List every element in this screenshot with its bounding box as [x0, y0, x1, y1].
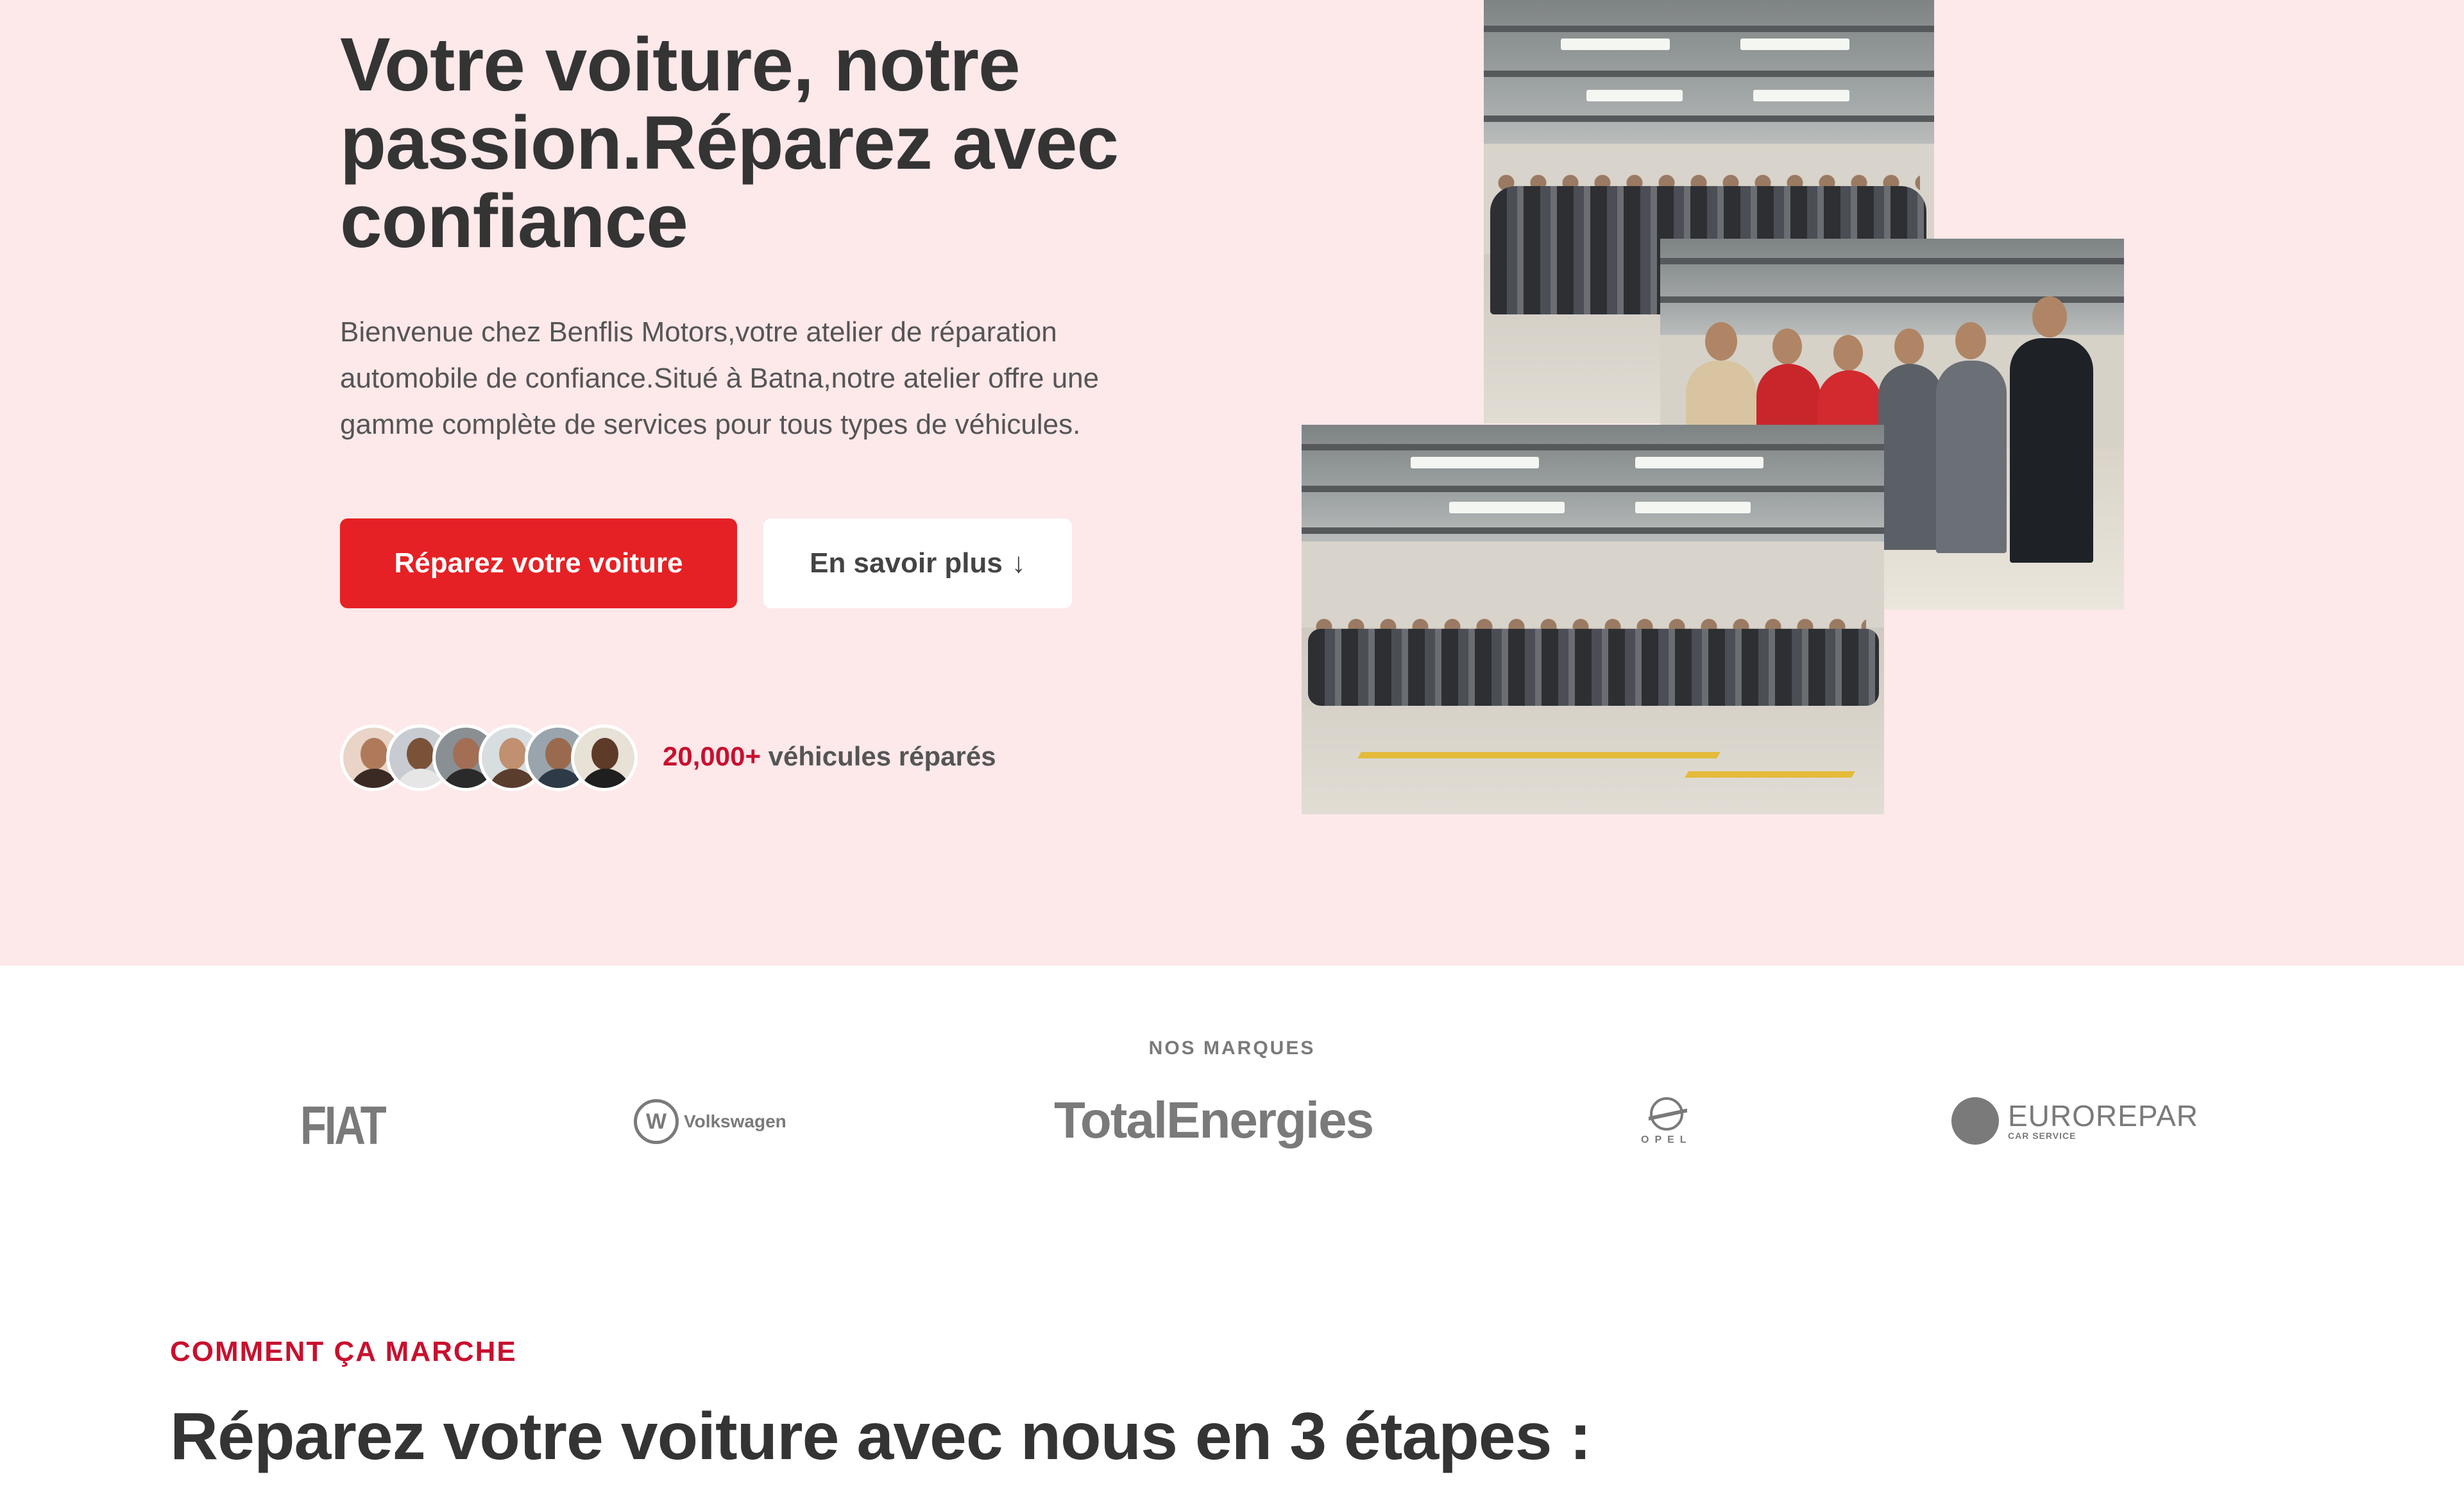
avatar: [571, 724, 638, 791]
volkswagen-text: Volkswagen: [684, 1111, 786, 1131]
how-it-works-title: Réparez votre voiture avec nous en 3 éta…: [170, 1399, 1592, 1474]
learn-more-button-label: En savoir plus: [810, 547, 1003, 579]
repaired-vehicles-counter: 20,000+ véhicules réparés: [663, 741, 996, 772]
totalenergies-logo: TotalEnergies: [1054, 1091, 1374, 1149]
counter-text: véhicules réparés: [768, 741, 996, 771]
repair-car-button-label: Réparez votre voiture: [394, 547, 683, 579]
counter-number: 20,000+: [663, 741, 761, 771]
eurorepar-text: EUROREPAR: [2008, 1099, 2198, 1132]
opel-logo: OPEL: [1641, 1097, 1692, 1146]
arrow-down-icon: ↓: [1011, 547, 1026, 579]
volkswagen-logo: W Volkswagen: [634, 1099, 786, 1144]
hero-section: Votre voiture, notre passion.Réparez ave…: [0, 0, 2464, 966]
hero-title: Votre voiture, notre passion.Réparez ave…: [340, 22, 1119, 264]
opel-text: OPEL: [1641, 1134, 1692, 1145]
eurorepar-logo: EUROREPAR CAR SERVICE: [1951, 1097, 2198, 1145]
how-it-works-label: COMMENT ÇA MARCHE: [170, 1336, 517, 1367]
repair-car-button[interactable]: Réparez votre voiture: [340, 518, 737, 608]
eurorepar-icon: [1951, 1097, 1999, 1145]
opel-blitz-icon: [1649, 1097, 1683, 1131]
team-photo-3: [1302, 425, 1884, 814]
volkswagen-icon: W: [634, 1099, 679, 1144]
hero-description: Bienvenue chez Benflis Motors,votre atel…: [340, 316, 1100, 440]
learn-more-button[interactable]: En savoir plus ↓: [763, 518, 1072, 608]
brands-label: NOS MARQUES: [1148, 1038, 1316, 1059]
customer-avatars: [340, 724, 641, 791]
fiat-logo: FIAT: [300, 1095, 387, 1156]
